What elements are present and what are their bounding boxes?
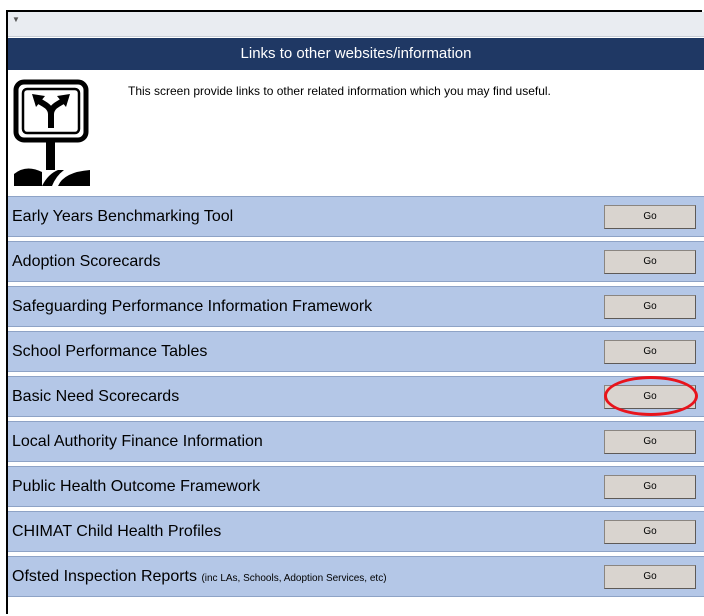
link-label: CHIMAT Child Health Profiles [12,523,222,540]
list-item: School Performance Tables Go [8,331,704,372]
link-label: Early Years Benchmarking Tool [12,208,234,225]
quick-access-toolbar: ▼ [8,12,704,37]
link-label: Adoption Scorecards [12,253,161,270]
link-label: Local Authority Finance Information [12,433,263,450]
link-label: School Performance Tables [12,343,208,360]
go-button-ofsted-inspection-reports[interactable]: Go [604,565,696,589]
list-item: Local Authority Finance Information Go [8,421,704,462]
customize-toolbar-arrow-icon[interactable]: ▼ [12,15,20,25]
list-item: Early Years Benchmarking Tool Go [8,196,704,237]
intro-text: This screen provide links to other relat… [128,84,551,98]
page-title: Links to other websites/information [8,38,704,70]
go-button-early-years-benchmarking[interactable]: Go [604,205,696,229]
go-button-la-finance-information[interactable]: Go [604,430,696,454]
road-sign-arrows-icon [13,79,90,186]
list-item: Safeguarding Performance Information Fra… [8,286,704,327]
link-label: Ofsted Inspection Reports (inc LAs, Scho… [12,568,387,585]
link-label: Basic Need Scorecards [12,388,180,405]
go-button-school-performance-tables[interactable]: Go [604,340,696,364]
go-button-safeguarding-performance[interactable]: Go [604,295,696,319]
list-item: Adoption Scorecards Go [8,241,704,282]
go-button-chimat-child-health[interactable]: Go [604,520,696,544]
list-item: CHIMAT Child Health Profiles Go [8,511,704,552]
link-list: Early Years Benchmarking Tool Go Adoptio… [8,196,704,601]
link-label: Public Health Outcome Framework [12,478,261,495]
go-button-basic-need-scorecards[interactable]: Go [604,385,696,409]
app-window: ▼ Links to other websites/information Th… [6,10,704,614]
go-button-adoption-scorecards[interactable]: Go [604,250,696,274]
list-item: Basic Need Scorecards Go [8,376,704,417]
link-label: Safeguarding Performance Information Fra… [12,298,373,315]
list-item: Ofsted Inspection Reports (inc LAs, Scho… [8,556,704,597]
go-button-public-health-outcome[interactable]: Go [604,475,696,499]
list-item: Public Health Outcome Framework Go [8,466,704,507]
intro-section: This screen provide links to other relat… [8,70,704,200]
